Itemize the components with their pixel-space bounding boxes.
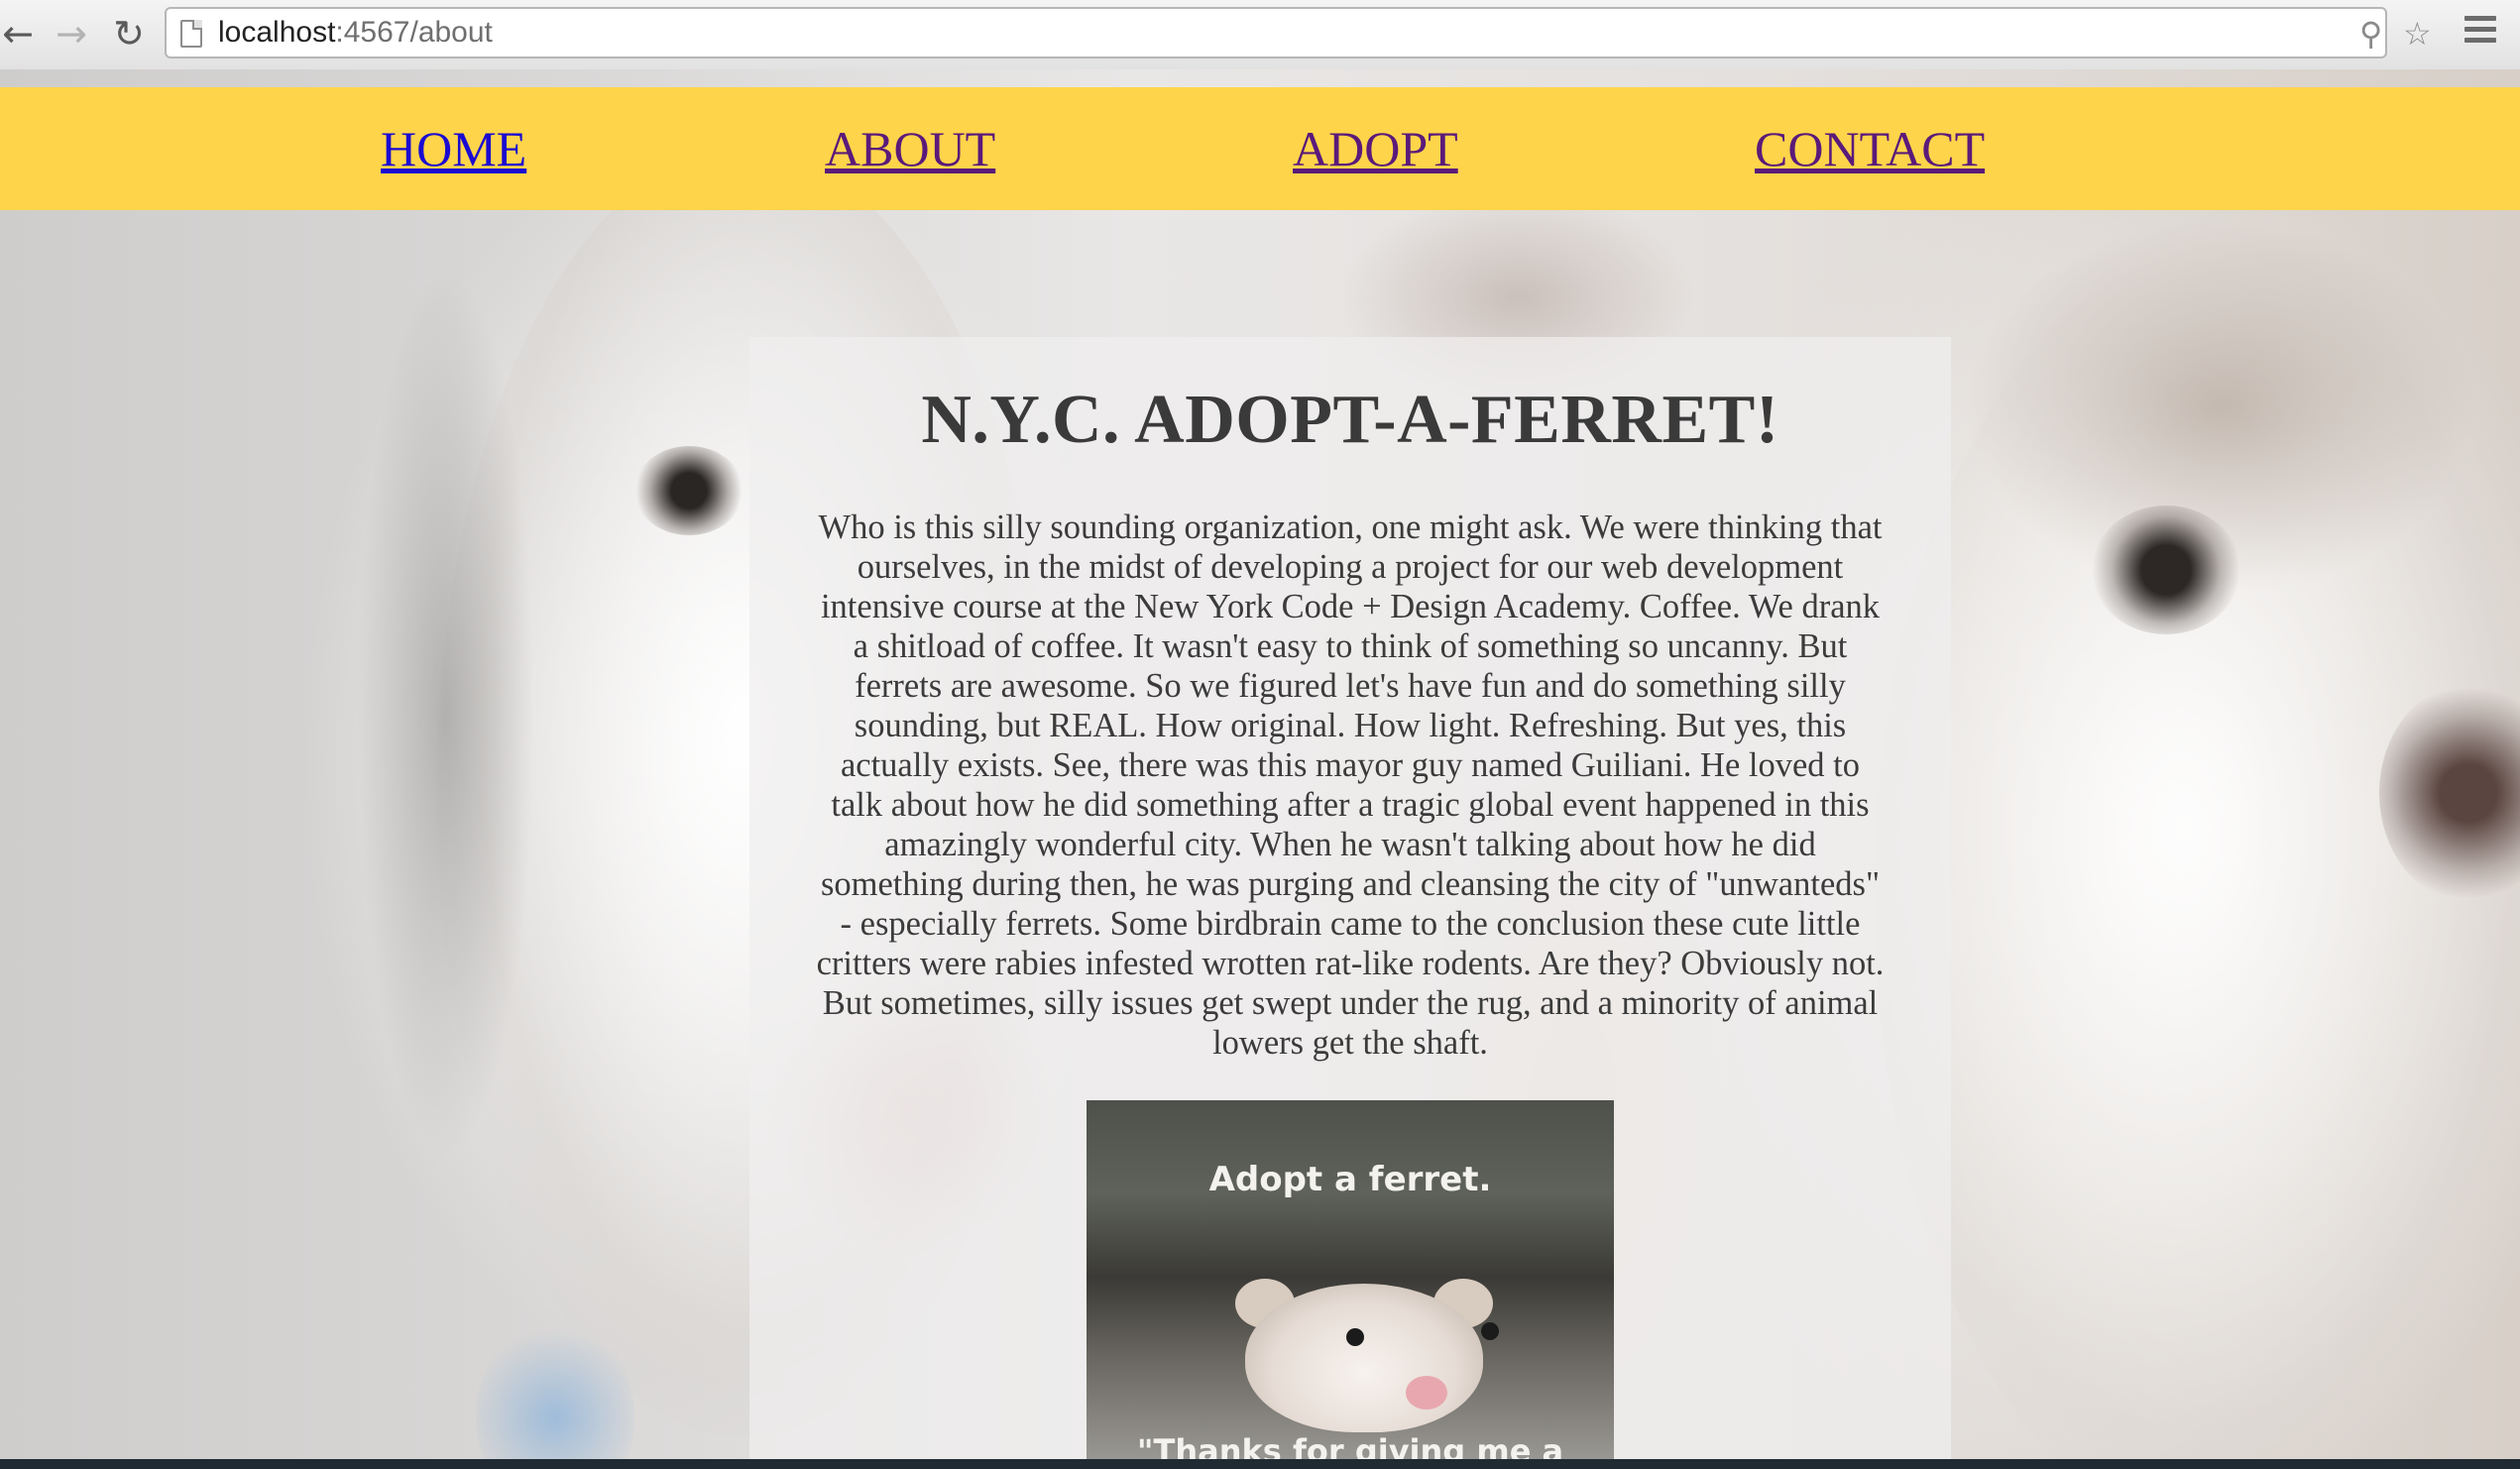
nav-link-about[interactable]: ABOUT [825,120,995,177]
address-bar[interactable]: localhost:4567/about ⚲ ☆ [165,7,2432,58]
forward-arrow-icon[interactable]: → [46,8,97,59]
ferret-eye [1481,1322,1499,1340]
browser-toolbar: ← → ↻ localhost:4567/about ⚲ ☆ [0,0,2520,70]
nav-link-adopt[interactable]: ADOPT [1293,120,1458,177]
ferret-nose [1406,1376,1447,1410]
site-navigation-bar: HOME ABOUT ADOPT CONTACT [0,87,2520,210]
nav-link-home[interactable]: HOME [381,120,526,177]
back-arrow-icon[interactable]: ← [0,8,44,59]
zoom-magnifier-icon[interactable]: ⚲ [2359,15,2382,53]
bookmark-star-icon[interactable]: ☆ [2403,15,2432,53]
about-paragraph: Who is this silly sounding organization,… [816,508,1885,1062]
poster-caption-top: Adopt a ferret. [1208,1160,1492,1199]
nav-link-contact[interactable]: CONTACT [1755,120,1985,177]
ferret-face [1245,1284,1483,1432]
window-bottom-edge [0,1459,2520,1469]
ferret-eye [1346,1328,1364,1346]
page-title: N.Y.C. ADOPT-A-FERRET! [921,382,1779,458]
about-content-card: N.Y.C. ADOPT-A-FERRET! Who is this silly… [749,337,1951,1469]
url-text[interactable]: localhost:4567/about [218,16,493,50]
page-icon [180,20,202,48]
adopt-a-ferret-poster-image: Adopt a ferret. "Thanks for giving me a [1087,1100,1614,1469]
reload-icon[interactable]: ↻ [103,8,155,59]
menu-hamburger-icon[interactable] [2464,16,2496,48]
